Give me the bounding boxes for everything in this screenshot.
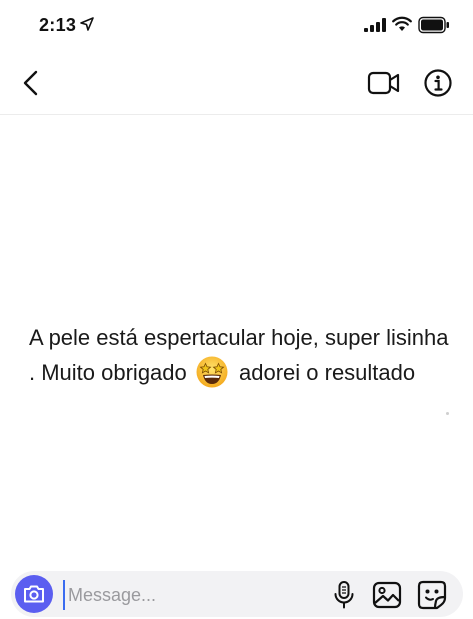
microphone-icon[interactable]	[331, 580, 357, 610]
gallery-icon[interactable]	[372, 581, 402, 609]
video-call-icon[interactable]	[367, 70, 401, 96]
cellular-signal-icon	[364, 18, 386, 32]
read-indicator-dot	[446, 412, 449, 415]
back-chevron-icon[interactable]	[18, 68, 46, 98]
camera-icon	[24, 585, 44, 603]
message-input[interactable]	[63, 580, 320, 610]
wifi-icon	[392, 16, 412, 31]
message-bubble-text: A pele está espertacular hoje, super lis…	[29, 320, 449, 390]
message-text-part-2: adorei o resultado	[232, 360, 416, 385]
sticker-icon[interactable]	[417, 580, 447, 610]
chat-header	[0, 50, 473, 115]
info-icon[interactable]	[423, 68, 453, 98]
star-struck-emoji	[196, 356, 228, 388]
status-bar: 2:13	[0, 0, 473, 50]
message-composer	[11, 571, 463, 617]
location-arrow-icon	[80, 17, 94, 31]
status-time: 2:13	[39, 15, 77, 35]
battery-icon	[418, 16, 449, 34]
camera-button[interactable]	[15, 575, 53, 613]
